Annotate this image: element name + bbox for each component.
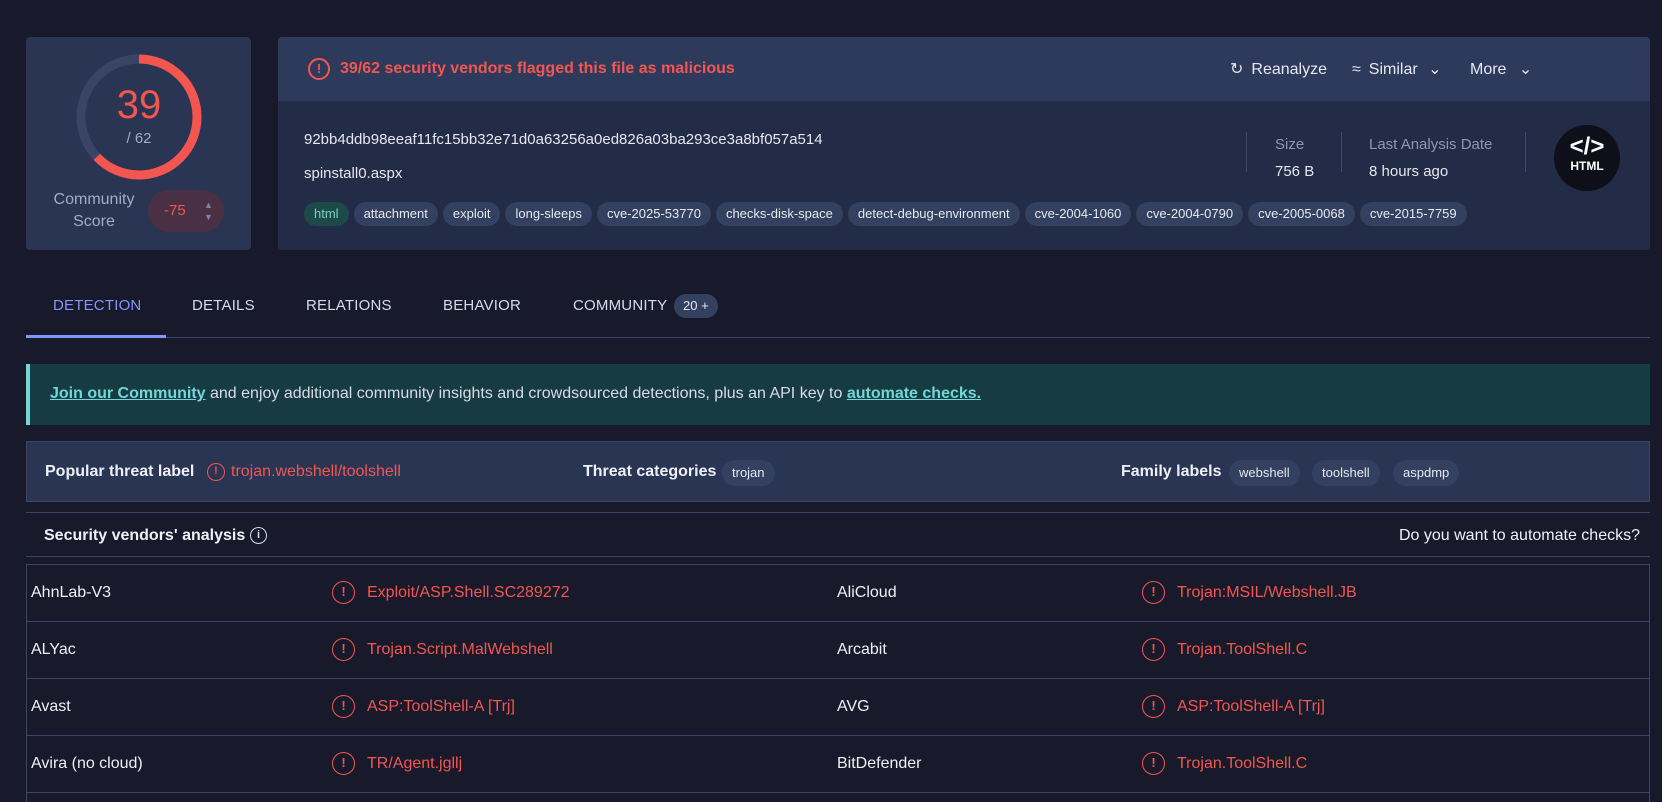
vendors-analysis-title: Security vendors' analysis — [44, 527, 246, 544]
chevron-down-icon: ⌄ — [1428, 61, 1442, 78]
file-tags: html attachment exploit long-sleeps cve-2025… — [304, 202, 1472, 226]
info-icon[interactable]: i — [250, 527, 267, 544]
divider — [1525, 132, 1526, 172]
file-header-card: ! 39/62 security vendors flagged this fi… — [278, 37, 1650, 250]
detection-score-card: 39 / 62 Community Score -75 ▲ ▼ — [26, 37, 251, 250]
tag[interactable]: cve-2004-1060 — [1024, 202, 1132, 226]
html-file-icon: </> HTML — [1554, 125, 1620, 191]
tab-bar: DETECTION DETAILS RELATIONS BEHAVIOR COM… — [26, 272, 1650, 338]
tab-details[interactable]: DETAILS — [192, 297, 255, 314]
table-row: AhnLab-V3 ! Exploit/ASP.Shell.SC289272 A… — [27, 565, 1649, 622]
family-label-pill[interactable]: webshell — [1229, 460, 1300, 486]
detection-total: / 62 — [126, 130, 152, 147]
popular-threat-label: Popular threat label — [45, 463, 195, 480]
refresh-icon: ↻ — [1230, 61, 1244, 78]
file-hash[interactable]: 92bb4ddb98eeaf11fc15bb32e71d0a63256a0ed8… — [304, 131, 823, 148]
automate-checks-link[interactable]: automate checks. — [847, 385, 981, 402]
similar-icon: ≈ — [1352, 61, 1361, 78]
last-analysis-value: 8 hours ago — [1369, 163, 1449, 180]
community-score-pill: -75 ▲ ▼ — [148, 190, 224, 232]
join-community-link[interactable]: Join our Community — [50, 385, 206, 402]
chevron-down-icon: ⌄ — [1518, 61, 1533, 78]
vendor-name: Avast — [31, 698, 71, 715]
alert-icon: ! — [332, 752, 355, 775]
tag[interactable]: exploit — [442, 202, 501, 226]
alert-icon: ! — [332, 638, 355, 661]
vendor-result: ASP:ToolShell-A [Trj] — [367, 698, 515, 715]
vendor-result: Trojan.ToolShell.C — [1177, 755, 1308, 772]
vendor-result: Trojan.Script.MalWebshell — [367, 641, 553, 658]
vote-down-icon[interactable]: ▼ — [204, 212, 213, 222]
alert-icon: ! — [1142, 752, 1165, 775]
table-row: Avast ! ASP:ToolShell-A [Trj] AVG ! ASP:… — [27, 679, 1649, 736]
alert-icon: ! — [332, 695, 355, 718]
alert-text: 39/62 security vendors flagged this file… — [340, 60, 735, 77]
more-button[interactable]: More ⌄ — [1470, 59, 1532, 79]
vendor-name: Arcabit — [837, 641, 887, 658]
tab-relations[interactable]: RELATIONS — [306, 297, 392, 314]
tab-behavior[interactable]: BEHAVIOR — [443, 297, 521, 314]
automate-checks-prompt[interactable]: Do you want to automate checks? — [1399, 527, 1640, 545]
vendor-name: AhnLab-V3 — [31, 584, 112, 601]
community-count-badge: 20 + — [674, 294, 718, 318]
tag[interactable]: cve-2004-0790 — [1136, 202, 1244, 226]
tab-detection[interactable]: DETECTION — [53, 297, 141, 314]
vendor-result: Exploit/ASP.Shell.SC289272 — [367, 584, 570, 601]
alert-icon: ! — [1142, 638, 1165, 661]
tag[interactable]: cve-2015-7759 — [1359, 202, 1467, 226]
banner-text: and enjoy additional community insights … — [205, 385, 847, 402]
community-banner: Join our Community and enjoy additional … — [26, 364, 1650, 425]
table-row: Avira (no cloud) ! TR/Agent.jgllj BitDef… — [27, 736, 1649, 793]
last-analysis-label: Last Analysis Date — [1369, 136, 1493, 153]
vendor-name: BitDefender — [837, 755, 922, 772]
family-label-pill[interactable]: aspdmp — [1393, 460, 1460, 486]
tag[interactable]: attachment — [353, 202, 438, 226]
vote-up-icon[interactable]: ▲ — [204, 200, 213, 210]
file-name: spinstall0.aspx — [304, 165, 403, 182]
alert-icon: ! — [1142, 581, 1165, 604]
vendor-name: ALYac — [31, 641, 76, 658]
alert-icon: ! — [332, 581, 355, 604]
vendor-name: AVG — [837, 698, 870, 715]
vendor-name: AliCloud — [837, 584, 897, 601]
tag[interactable]: long-sleeps — [505, 202, 592, 226]
threat-categories-label: Threat categories — [583, 463, 717, 480]
vendor-result: TR/Agent.jgllj — [367, 755, 463, 772]
threat-labels-bar: Popular threat label ! trojan.webshell/t… — [26, 441, 1650, 502]
vendors-analysis-header: Security vendors' analysis i Do you want… — [26, 512, 1650, 557]
tag[interactable]: html — [304, 202, 349, 226]
detection-count: 39 — [116, 83, 162, 127]
table-row: ALYac ! Trojan.Script.MalWebshell Arcabi… — [27, 622, 1649, 679]
similar-button[interactable]: ≈ Similar ⌄ — [1352, 59, 1442, 79]
malicious-alert-bar: ! 39/62 security vendors flagged this fi… — [278, 37, 1650, 101]
size-label: Size — [1275, 136, 1305, 153]
divider — [1341, 132, 1342, 172]
tag[interactable]: cve-2005-0068 — [1248, 202, 1355, 226]
alert-icon: ! — [1142, 695, 1165, 718]
alert-icon: ! — [308, 58, 330, 80]
vendor-result: ASP:ToolShell-A [Trj] — [1177, 698, 1325, 715]
family-label-pill[interactable]: toolshell — [1312, 460, 1380, 486]
active-tab-indicator — [26, 335, 166, 338]
size-value: 756 B — [1275, 163, 1315, 180]
family-labels-label: Family labels — [1121, 463, 1222, 480]
reanalyze-button[interactable]: ↻ Reanalyze — [1230, 59, 1327, 79]
vendor-result: Trojan:MSIL/Webshell.JB — [1177, 584, 1357, 601]
vendors-table: AhnLab-V3 ! Exploit/ASP.Shell.SC289272 A… — [26, 564, 1650, 802]
vendor-name: Avira (no cloud) — [31, 755, 143, 772]
community-score-value: -75 — [164, 202, 186, 219]
tag[interactable]: cve-2025-53770 — [596, 202, 711, 226]
popular-threat-value[interactable]: trojan.webshell/toolshell — [231, 463, 401, 481]
tag[interactable]: detect-debug-environment — [847, 202, 1020, 226]
community-score-label: Community Score — [53, 191, 135, 230]
divider — [1246, 132, 1247, 172]
tag[interactable]: checks-disk-space — [715, 202, 843, 226]
tab-community[interactable]: COMMUNITY — [573, 297, 667, 314]
vendor-result: Trojan.ToolShell.C — [1177, 641, 1308, 658]
alert-icon: ! — [207, 463, 225, 481]
threat-category-pill[interactable]: trojan — [722, 460, 775, 486]
